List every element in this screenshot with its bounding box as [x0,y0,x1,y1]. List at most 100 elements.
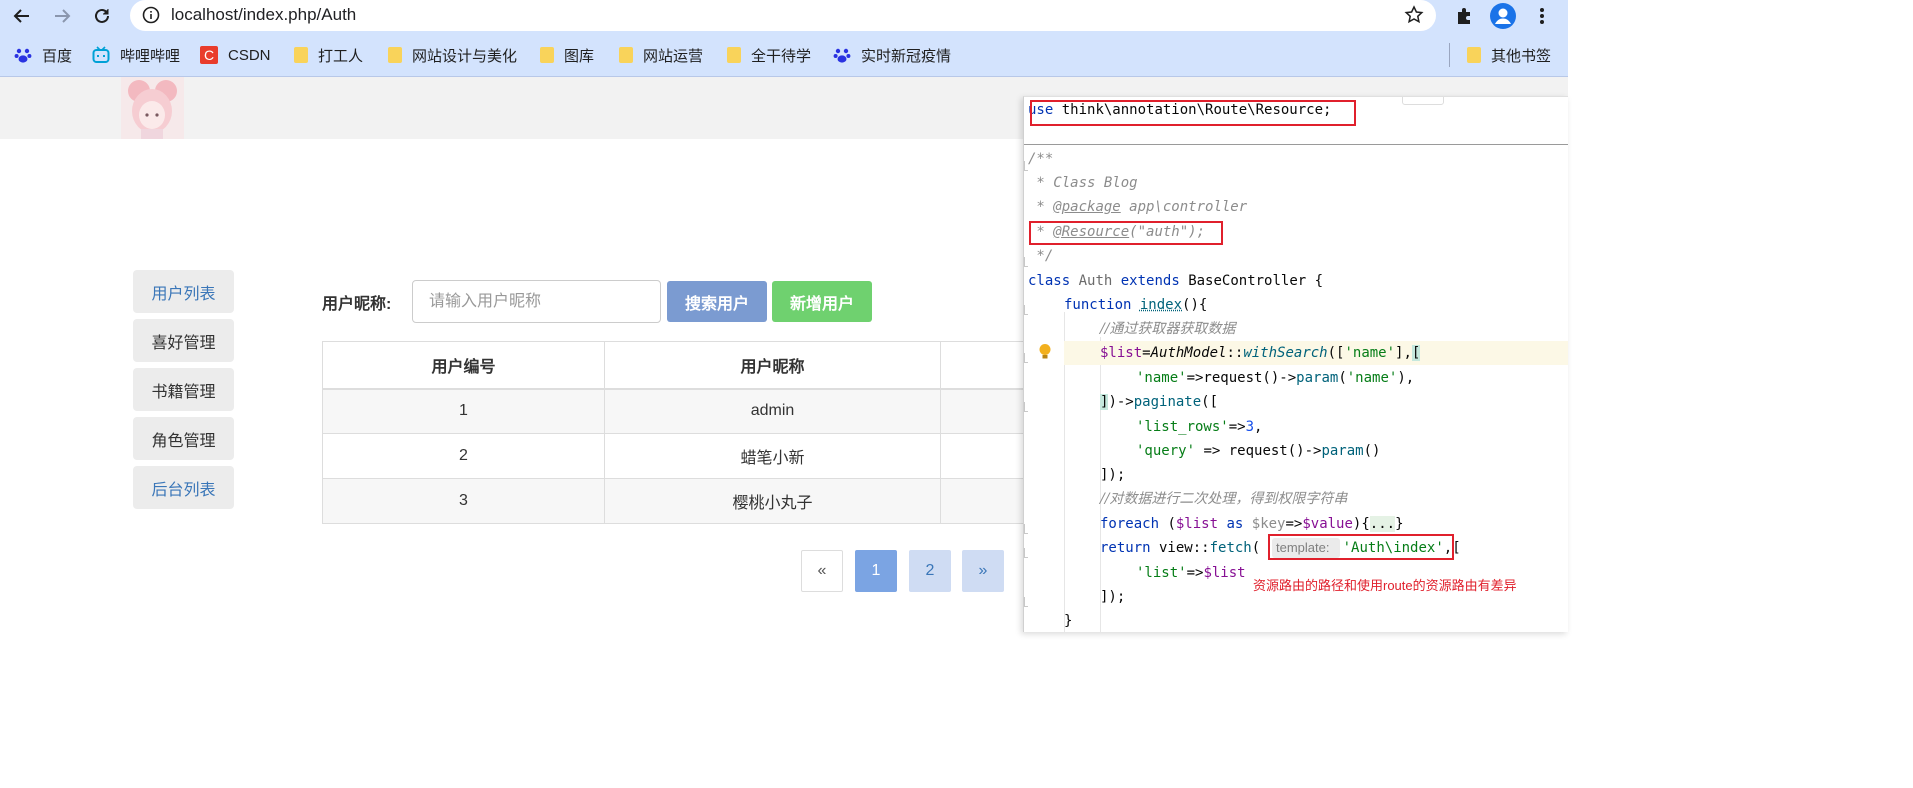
sidebar-item-label: 角色管理 [151,432,216,450]
bookmark-folder[interactable]: 全干待学 [727,44,811,66]
bookmark-label: 图库 [564,47,595,65]
svg-text:C: C [204,47,214,63]
bookmark-label: 其他书签 [1491,47,1552,65]
fold-marker[interactable] [1024,402,1028,412]
bookmark-label: 实时新冠疫情 [861,47,952,65]
address-bar[interactable]: localhost/index.php/Auth [130,0,1436,31]
bookmark-csdn[interactable]: C CSDN [200,44,271,66]
user-table: 用户编号 用户昵称 1 admin 2 蜡笔小新 3 樱桃小丸子 [322,341,1042,524]
code-line: foreach ($list as $key=>$value){...} [1100,516,1404,532]
bookmark-folder[interactable]: 网站设计与美化 [388,44,517,66]
column-header: 用户昵称 [604,341,941,390]
reload-icon [95,8,109,23]
table-cell: admin [604,388,941,434]
highlight-box-use-statement [1030,100,1356,126]
fold-marker[interactable] [1024,305,1028,315]
bookmark-label: 网站设计与美化 [412,47,518,65]
back-button[interactable] [8,2,36,30]
panel-tab-stub [1402,97,1444,105]
other-bookmarks[interactable]: 其他书签 [1467,44,1551,66]
highlight-box-resource-annotation [1029,221,1223,245]
profile-button[interactable] [1489,2,1517,30]
back-arrow-icon [13,9,29,23]
pagination-prev[interactable]: « [801,550,843,592]
table-cell: 1 [322,388,605,434]
code-line: ])->paginate([ [1100,394,1219,410]
code-line: 'query' => request()->param() [1136,443,1381,459]
bookmark-label: CSDN [228,46,271,64]
fold-marker[interactable] [1024,524,1028,534]
table-cell: 3 [322,478,605,524]
sidebar-item-roles[interactable]: 角色管理 [133,417,234,460]
bookmark-folder[interactable]: 打工人 [294,44,363,66]
highlight-box-template-param [1268,534,1454,560]
user-avatar[interactable] [121,77,184,139]
code-line: 'list_rows'=>3, [1136,419,1263,435]
folder-icon [1467,47,1481,63]
sidebar-item-hobbies[interactable]: 喜好管理 [133,319,234,362]
sidebar-item-user-list[interactable]: 用户列表 [133,270,234,313]
table-cell: 樱桃小丸子 [604,478,941,524]
bookmark-baidu[interactable]: 百度 [14,44,72,66]
fold-marker[interactable] [1024,597,1028,607]
info-icon[interactable] [142,6,160,24]
bookmark-folder[interactable]: 网站运营 [619,44,703,66]
pagination-page-active[interactable]: 1 [855,550,897,592]
separator-line [1024,144,1568,145]
code-line: ]); [1100,467,1126,483]
table-row: 1 admin [322,388,1042,434]
bilibili-tv-icon [92,46,110,63]
bookmark-bilibili[interactable]: 哔哩哔哩 [92,44,180,66]
table-cell: 2 [322,433,605,479]
bookmark-label: 百度 [42,47,73,65]
baidu-paw-icon [833,48,851,63]
folder-icon [388,47,402,63]
lightbulb-icon[interactable] [1038,343,1052,361]
puzzle-icon [1458,8,1470,24]
code-line: * @package app\controller [1028,199,1248,215]
nickname-search-input[interactable] [412,280,661,323]
pagination-page[interactable]: 2 [909,550,951,592]
code-line: 'list'=>$list [1136,565,1246,581]
nickname-label: 用户昵称: [322,296,392,313]
code-line: //对数据进行二次处理，得到权限字符串 [1100,491,1348,507]
code-line: function index(){ [1064,297,1208,313]
sidebar-item-books[interactable]: 书籍管理 [133,368,234,411]
menu-button[interactable] [1528,2,1556,30]
table-row: 3 樱桃小丸子 [322,478,1042,524]
bookmarks-bar: 百度 哔哩哔哩 C CSDN 打工人 网站设计与美化 图库 网站运营 全干待学 … [0,32,1568,77]
reload-button[interactable] [88,2,116,30]
folder-icon [540,47,554,63]
bookmark-covid[interactable]: 实时新冠疫情 [833,44,951,66]
fold-marker[interactable] [1024,257,1028,267]
folder-icon [294,47,308,63]
sidebar-item-admin-list[interactable]: 后台列表 [133,466,234,509]
csdn-c-icon: C [200,46,218,64]
url-text[interactable]: localhost/index.php/Auth [171,5,356,25]
bookmark-star-icon[interactable] [1404,5,1424,25]
bookmarks-divider [1449,43,1450,67]
code-line: */ [1028,248,1054,264]
baidu-paw-icon [14,48,32,63]
fold-marker[interactable] [1024,548,1028,558]
search-user-button[interactable]: 搜索用户 [667,281,767,322]
extensions-button[interactable] [1450,2,1478,30]
fold-marker[interactable] [1024,161,1028,171]
bookmark-folder[interactable]: 图库 [540,44,594,66]
bookmark-label: 打工人 [318,47,364,65]
bookmark-label: 全干待学 [751,47,812,65]
code-line: $list=AuthModel::withSearch(['name'],[ [1100,345,1421,361]
code-line: ]); [1100,589,1126,605]
folder-icon [619,47,633,63]
bookmark-label: 哔哩哔哩 [120,47,181,65]
pagination-next[interactable]: » [962,550,1004,592]
sidebar-item-label: 后台列表 [151,481,216,499]
forward-button[interactable] [48,2,76,30]
fold-marker[interactable] [1024,353,1028,363]
code-line: 'name'=>request()->param('name'), [1136,370,1415,386]
bookmark-label: 网站运营 [643,47,704,65]
forward-arrow-icon [55,9,71,23]
add-user-button[interactable]: 新增用户 [772,281,872,322]
red-annotation-text: 资源路由的路径和使用route的资源路由有差异 [1253,578,1517,593]
code-line: /** [1028,151,1054,167]
